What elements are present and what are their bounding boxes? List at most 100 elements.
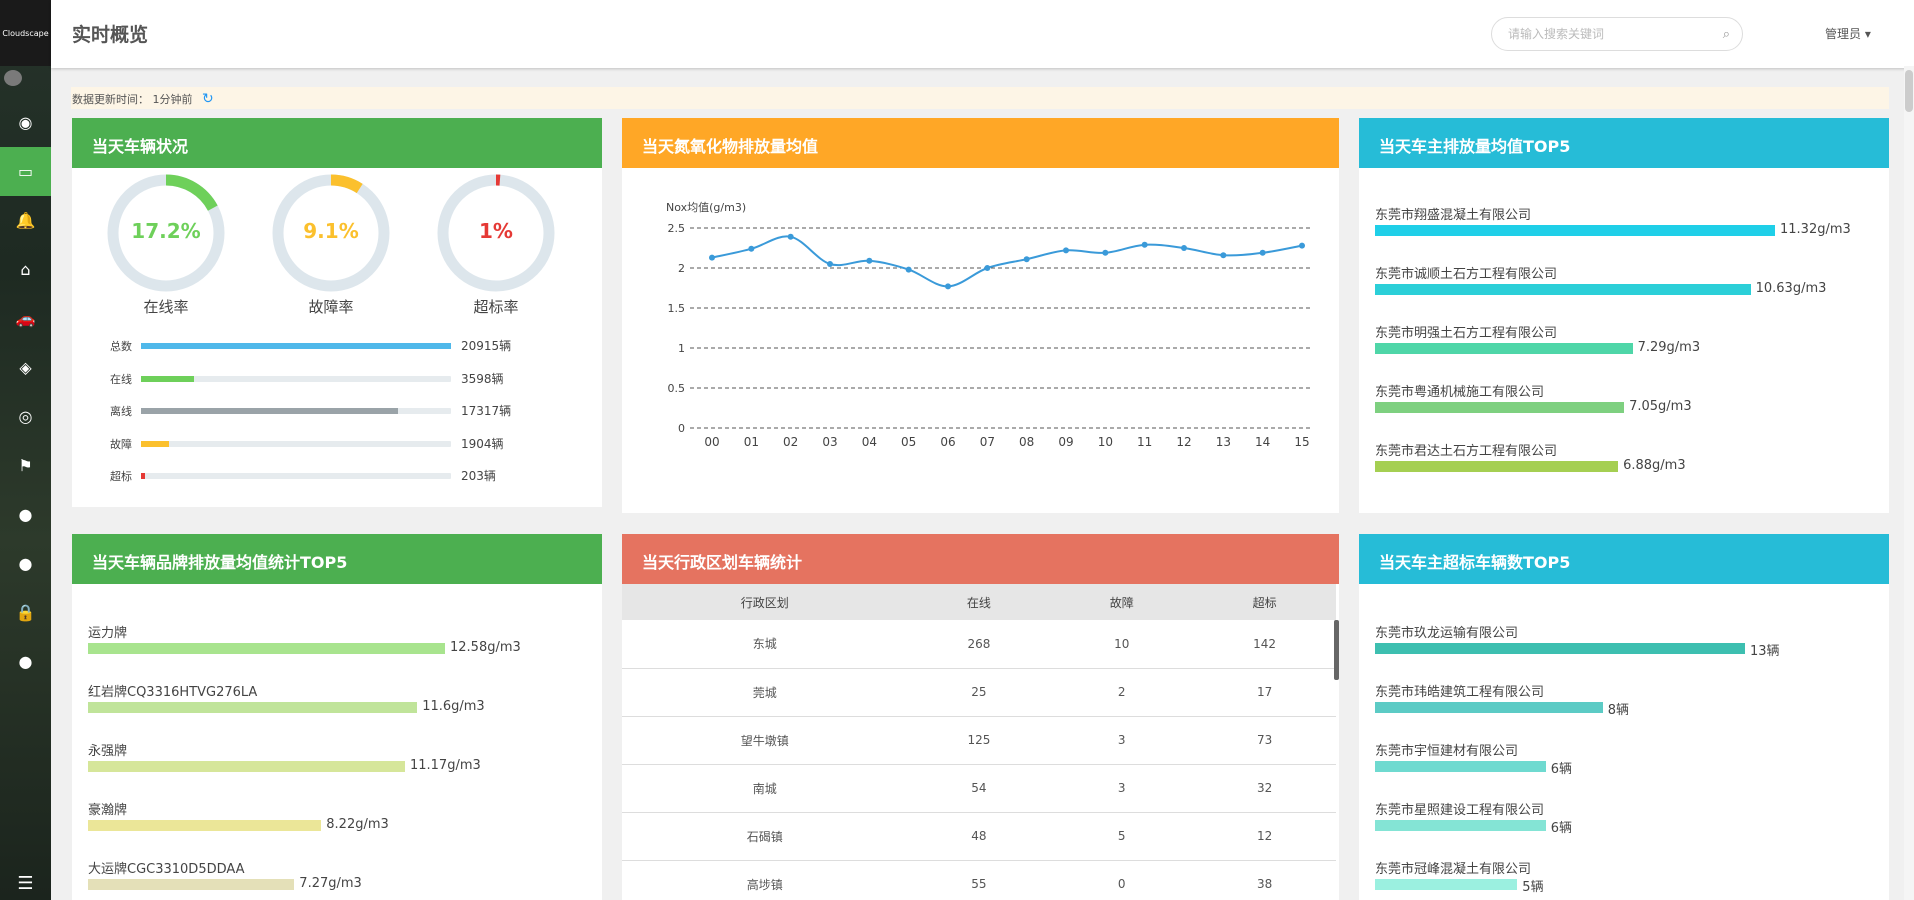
table-row[interactable]: 莞城 25 2 17 [622, 668, 1336, 717]
rank-item-bar [1375, 879, 1518, 890]
status-bar-label: 在线 [110, 372, 132, 386]
table-cell: 38 [1193, 860, 1336, 900]
sidebar-knob [4, 70, 22, 86]
search-icon[interactable]: ⌕ [1723, 27, 1730, 42]
gauge-value: 9.1% [303, 219, 359, 243]
nox-data-point [1141, 241, 1148, 248]
rank-item-value: 11.17g/m3 [409, 758, 481, 773]
sidebar-nav: ◉ ▭ 🔔 ⌂ 🚗 ◈ ◎ ⚑ ● ● 🔒 ● [0, 98, 51, 686]
status-bar-fill [141, 473, 145, 479]
table-row[interactable]: 南城 54 3 32 [622, 764, 1336, 813]
table-row[interactable]: 东城 268 10 142 [622, 620, 1336, 669]
table-row[interactable]: 望牛墩镇 125 3 73 [622, 716, 1336, 765]
rank-item-value: 8.22g/m3 [326, 817, 389, 832]
table-cell: 32 [1193, 764, 1336, 813]
search-input[interactable] [1508, 27, 1723, 41]
x-tick-label: 15 [1294, 435, 1309, 449]
region-col-header[interactable]: 故障 [1050, 584, 1194, 620]
rank-item-name: 豪瀚牌 [88, 803, 128, 818]
nox-data-point [1299, 242, 1305, 249]
region-table: 行政区划 在线 故障 超标 东城 268 10 142 莞城 25 2 17 望牛墩镇 125 3 73 南城… [622, 584, 1336, 900]
nox-data-point [945, 283, 951, 290]
region-col-header[interactable]: 行政区划 [622, 584, 908, 620]
status-bar-track [141, 375, 451, 382]
status-bar-value: 1904辆 [461, 436, 504, 451]
owner-emission-title: 当天车主排放量均值TOP5 [1359, 118, 1889, 168]
chrome-icon[interactable]: ◎ [0, 392, 51, 441]
nox-line-chart: Nox均值(g/m3) 0 0.5 1 1.5 2 2.5 00 01 02 03 04 05 06 07 0… [666, 201, 1310, 449]
x-tick-label: 03 [822, 435, 837, 449]
region-col-header[interactable]: 超标 [1193, 584, 1336, 620]
flag-icon[interactable]: ⚑ [0, 441, 51, 490]
lock-icon[interactable]: 🔒 [0, 588, 51, 637]
table-cell: 莞城 [622, 668, 908, 717]
nox-data-point [1220, 252, 1227, 259]
x-tick-label: 04 [862, 435, 877, 449]
rank-item-bar [1375, 225, 1775, 236]
bell-icon[interactable]: 🔔 [0, 196, 51, 245]
rank-item-name: 东莞市玮皓建筑工程有限公司 [1375, 685, 1545, 700]
table-cell: 12 [1193, 812, 1336, 861]
status-bar-fill [141, 408, 398, 414]
status-bar-value: 20915辆 [461, 339, 512, 353]
y-axis-label: Nox均值(g/m3) [666, 201, 746, 214]
table-row[interactable]: 高埗镇 55 0 38 [622, 860, 1336, 900]
account-icon[interactable]: ● [0, 637, 51, 686]
nox-data-point [748, 245, 755, 252]
car-icon[interactable]: 🚗 [0, 294, 51, 343]
x-tick-label: 07 [980, 435, 995, 449]
sidebar: Cloudscape ◉ ▭ 🔔 ⌂ 🚗 ◈ ◎ ⚑ ● ● 🔒 ● ☰ [0, 0, 51, 900]
page-scrollbar-thumb[interactable] [1905, 70, 1913, 112]
rank-item-value: 12.58g/m3 [450, 640, 521, 655]
region-col-header[interactable]: 在线 [907, 584, 1051, 620]
table-cell: 10 [1050, 620, 1194, 669]
rank-item-name: 东莞市玖龙运输有限公司 [1375, 626, 1519, 641]
page-scrollbar[interactable] [1904, 66, 1914, 900]
rank-item-name: 东莞市宇恒建材有限公司 [1375, 744, 1519, 759]
user-circle-icon[interactable]: ● [0, 539, 51, 588]
rank-item-name: 东莞市翔盛混凝土有限公司 [1375, 208, 1532, 223]
rank-item-value: 10.63g/m3 [1755, 281, 1827, 296]
rank-item-bar [1375, 284, 1751, 295]
y-tick-label: 2.5 [668, 222, 686, 235]
nox-data-point [905, 266, 912, 273]
nox-data-point [984, 265, 991, 271]
status-bar-fill [141, 375, 195, 382]
search-box[interactable]: ⌕ [1491, 17, 1743, 51]
owner-emission-panel: 当天车主排放量均值TOP5 东莞市翔盛混凝土有限公司 11.32g/m3 东莞市诚顺… [1359, 118, 1889, 513]
rank-item-bar [88, 820, 322, 831]
monitor-icon[interactable]: ▭ [0, 147, 51, 196]
gauge-rings [107, 174, 555, 292]
y-tick-label: 1.5 [668, 302, 686, 315]
status-bar-label: 总数 [110, 340, 132, 353]
status-bar-track [141, 440, 451, 447]
rank-item-value: 13辆 [1750, 644, 1780, 659]
status-bar-value: 17317辆 [461, 404, 512, 418]
refresh-icon[interactable]: ↻ [202, 91, 214, 107]
user-icon[interactable]: ● [0, 490, 51, 539]
y-tick-label: 2 [678, 262, 685, 275]
menu-toggle-icon[interactable]: ☰ [0, 866, 51, 900]
gauge-label: 在线率 [143, 298, 189, 316]
region-panel: 当天行政区划车辆统计 行政区划 在线 故障 超标 东城 268 10 142 莞城 25 2 17 望… [622, 534, 1339, 900]
table-cell: 石碣镇 [622, 812, 908, 861]
rank-item-name: 东莞市明强土石方工程有限公司 [1375, 326, 1558, 341]
table-row[interactable]: 石碣镇 48 5 12 [622, 812, 1336, 861]
status-bar-fill [141, 440, 170, 447]
rank-item-bar [88, 702, 418, 713]
update-label: 数据更新时间： [72, 93, 149, 106]
rank-item-value: 6辆 [1550, 821, 1573, 836]
user-menu[interactable]: 管理员 ▾ [1825, 25, 1871, 42]
table-cell: 54 [907, 764, 1051, 813]
page-title: 实时概览 [72, 24, 149, 46]
region-table-scrollbar[interactable] [1334, 620, 1339, 680]
nox-data-point [1023, 256, 1030, 263]
logo[interactable]: Cloudscape [0, 0, 51, 66]
dashboard-icon[interactable]: ◉ [0, 98, 51, 147]
x-tick-label: 09 [1058, 435, 1073, 449]
cube-icon[interactable]: ◈ [0, 343, 51, 392]
home-icon[interactable]: ⌂ [0, 245, 51, 294]
table-cell: 17 [1193, 668, 1336, 717]
table-cell: 73 [1193, 716, 1336, 765]
rank-item-value: 7.27g/m3 [299, 876, 362, 891]
